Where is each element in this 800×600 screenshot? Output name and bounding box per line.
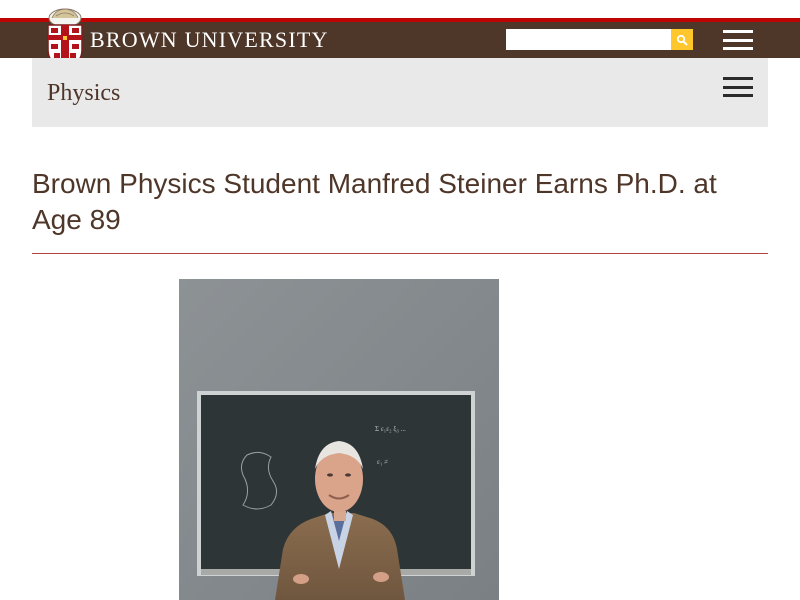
svg-text:ε₁ ≠: ε₁ ≠	[377, 458, 388, 466]
article-title: Brown Physics Student Manfred Steiner Ea…	[32, 168, 717, 235]
search-icon	[676, 34, 688, 46]
article-photo: Σ ε₁ε₂ ξ₃ ... ε₁ ≠	[179, 279, 499, 600]
search-input[interactable]	[506, 29, 671, 50]
department-bar	[32, 58, 768, 127]
svg-text:Σ ε₁ε₂ ξ₃ ...: Σ ε₁ε₂ ξ₃ ...	[375, 425, 406, 433]
title-divider	[32, 253, 768, 254]
department-menu-icon[interactable]	[723, 77, 753, 97]
university-name[interactable]: BROWN UNIVERSITY	[90, 27, 329, 53]
search-form	[506, 29, 693, 50]
department-name[interactable]: Physics	[47, 80, 120, 107]
search-button[interactable]	[671, 29, 693, 50]
hamburger-menu-icon[interactable]	[723, 30, 753, 50]
